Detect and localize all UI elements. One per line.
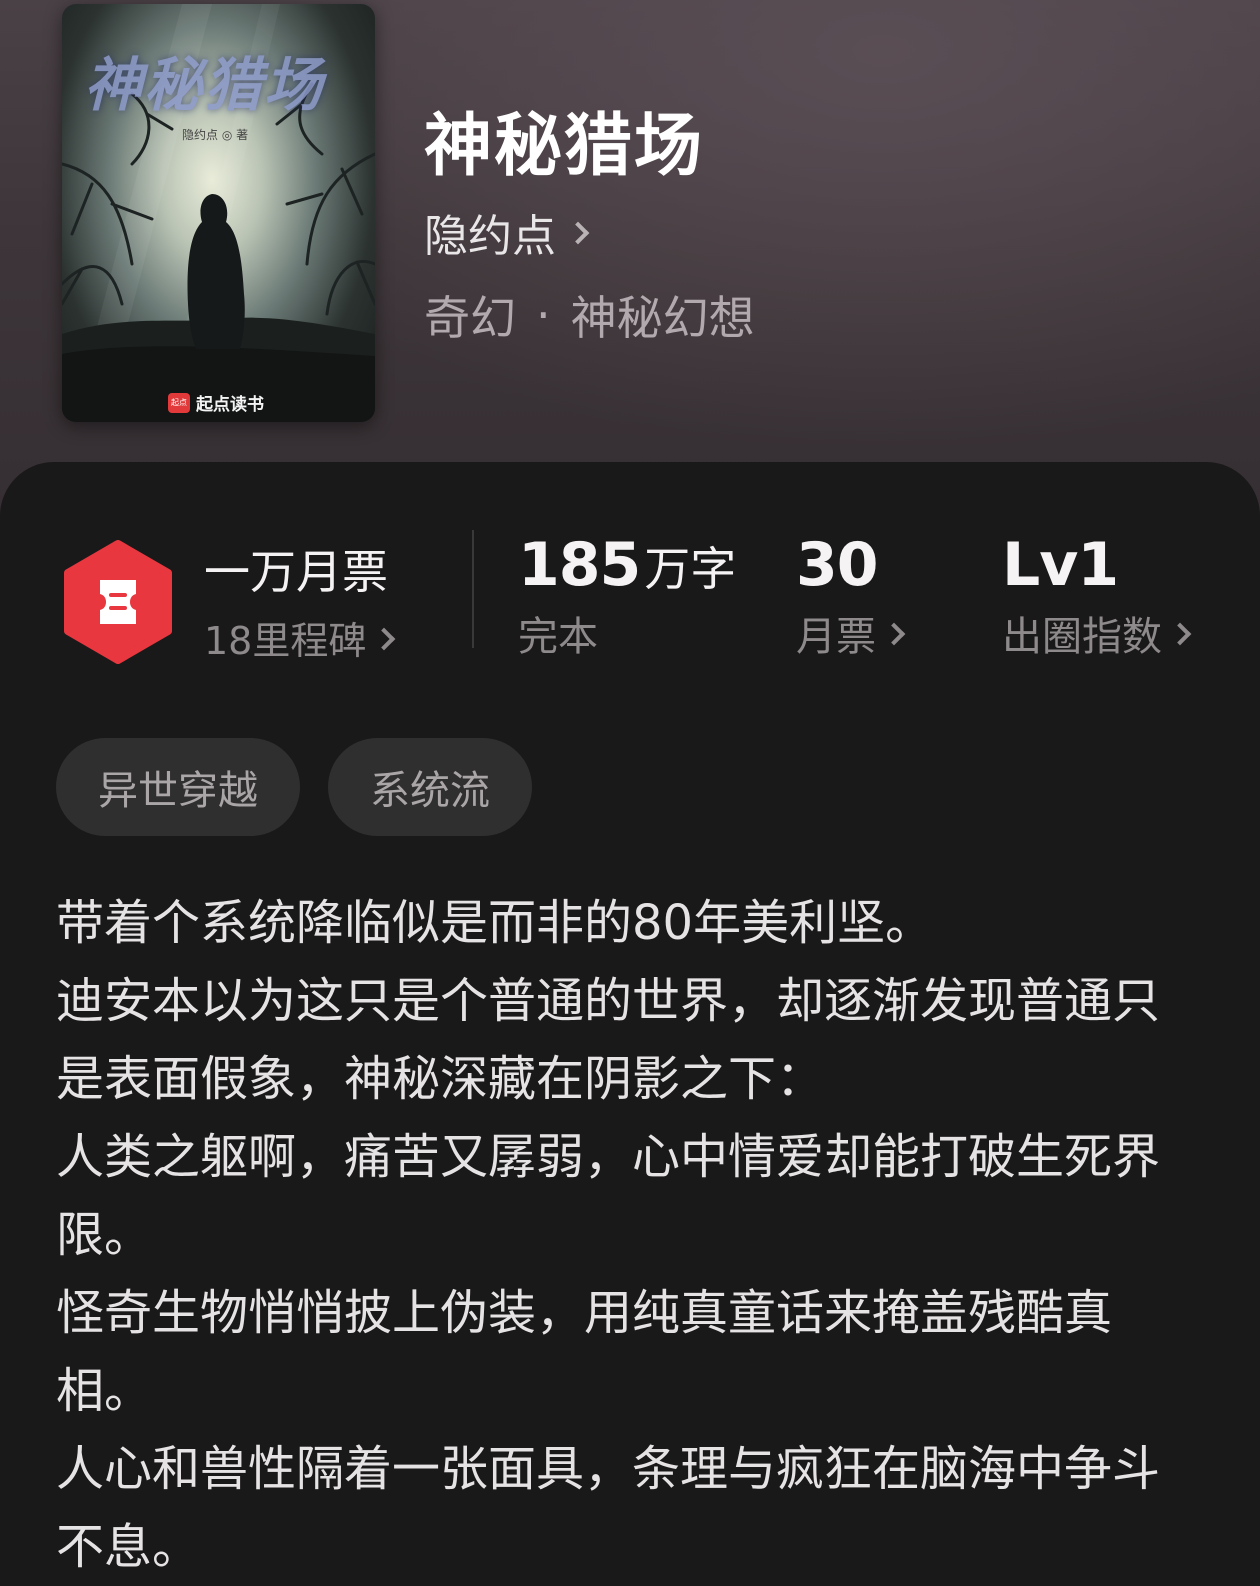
synopsis-paragraph: 人类之躯啊，痛苦又孱弱，心中情爱却能打破生死界限。 (56, 1129, 1161, 1263)
monthly-votes-label-row: 月票 (796, 604, 906, 662)
author-name: 隐约点 (424, 211, 556, 262)
tag-chip[interactable]: 系统流 (328, 738, 532, 836)
word-count-value: 185 (518, 530, 641, 600)
ticket-hexagon-icon[interactable] (62, 540, 174, 664)
tag-chip[interactable]: 异世穿越 (56, 738, 300, 836)
word-count-unit: 万字 (644, 542, 737, 596)
milestone-subtitle-row: 18里程碑 (204, 610, 396, 665)
milestone-stat[interactable]: 一万月票 18里程碑 (204, 536, 396, 665)
milestone-title: 一万月票 (204, 545, 388, 599)
genre-row: 奇幻 · 神秘幻想 (424, 282, 755, 348)
word-count-label-row: 完本 (518, 604, 736, 662)
synopsis-paragraph: 迪安本以为这只是个普通的世界，却逐渐发现普通只是表面假象，神秘深藏在阴影之下： (56, 973, 1161, 1107)
synopsis: 带着个系统降临似是而非的80年美利坚。 迪安本以为这只是个普通的世界，却逐渐发现… (56, 884, 1196, 1586)
stats-divider (472, 530, 474, 648)
genre-separator: · (536, 288, 551, 342)
word-count-value-row: 185万字 (518, 530, 736, 600)
chevron-right-icon (566, 221, 590, 245)
author-link[interactable]: 隐约点 (424, 200, 590, 264)
synopsis-paragraph: 怪奇生物悄悄披上伪装，用纯真童话来掩盖残酷真相。 (56, 1285, 1113, 1419)
popularity-label: 出圈指数 (1002, 614, 1162, 660)
genre-secondary[interactable]: 神秘幻想 (571, 282, 755, 348)
genre-primary[interactable]: 奇幻 (424, 282, 516, 348)
publisher-mark-icon: 起点 (168, 392, 190, 413)
milestone-subtitle: 18里程碑 (204, 619, 367, 663)
tag-list: 异世穿越 系统流 (56, 738, 560, 836)
monthly-votes-value: 30 (796, 530, 879, 600)
chevron-right-icon (882, 622, 906, 646)
word-count-stat: 185万字 完本 (518, 530, 736, 662)
cover-author-text: 隐约点 ◎ 著 (182, 128, 249, 142)
book-cover[interactable]: 神秘猎场 隐约点 ◎ 著 起点 起点读书 (62, 4, 375, 422)
cover-publisher-logo: 起点 起点读书 (168, 390, 264, 415)
popularity-level-value: Lv1 (1002, 530, 1119, 600)
popularity-label-row: 出圈指数 (1002, 604, 1192, 662)
monthly-votes-label: 月票 (796, 614, 876, 660)
book-title: 神秘猎场 (424, 107, 705, 186)
chevron-right-icon (373, 627, 396, 650)
word-count-label: 完本 (518, 614, 598, 660)
chevron-right-icon (1168, 622, 1192, 646)
synopsis-paragraph: 人心和兽性隔着一张面具，条理与疯狂在脑海中争斗不息。 (56, 1441, 1161, 1575)
synopsis-paragraph: 带着个系统降临似是而非的80年美利坚。 (56, 895, 934, 951)
cover-title-text: 神秘猎场 (84, 51, 325, 119)
monthly-votes-stat[interactable]: 30 月票 (796, 530, 906, 662)
popularity-index-stat[interactable]: Lv1 出圈指数 (1002, 530, 1192, 662)
publisher-name: 起点读书 (196, 395, 264, 415)
